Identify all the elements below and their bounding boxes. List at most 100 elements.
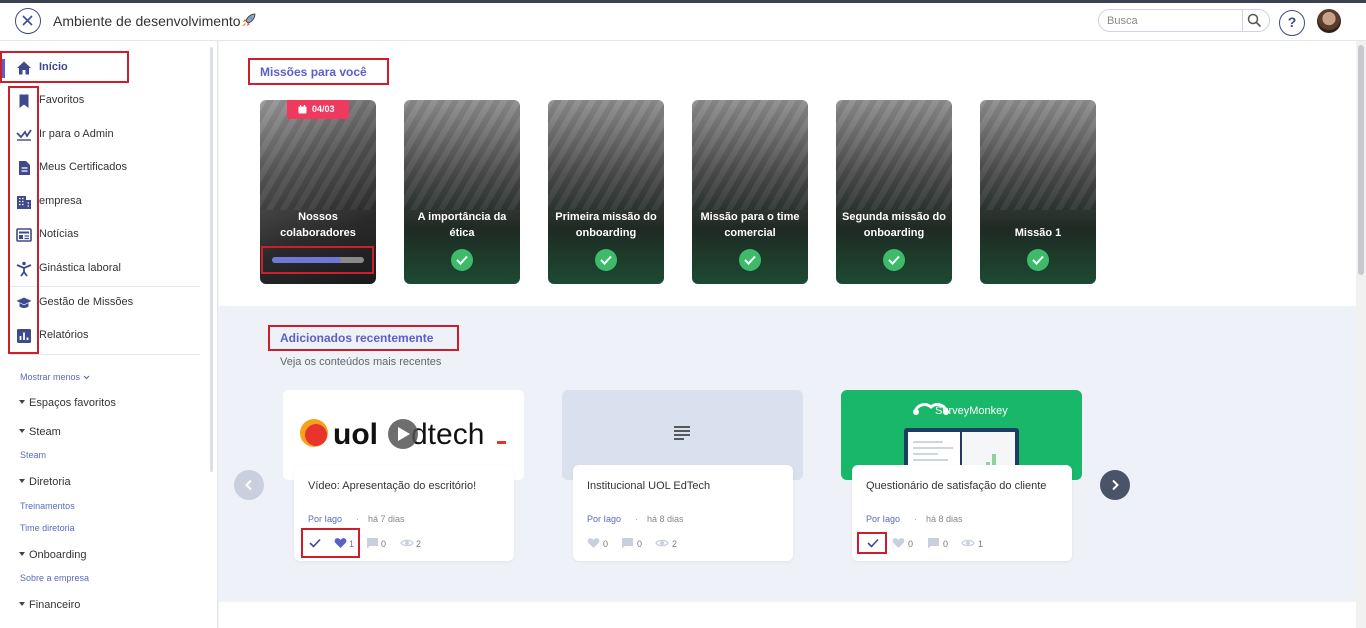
active-indicator xyxy=(2,59,5,78)
search-icon[interactable] xyxy=(1247,13,1262,28)
building-icon xyxy=(17,196,31,209)
completed-badge xyxy=(595,249,617,271)
caret-down-icon xyxy=(19,429,25,434)
sidebar-item-label: Ginástica laboral xyxy=(39,262,121,274)
app-title: Ambiente de desenvolvimento xyxy=(53,13,241,29)
carousel-prev-button[interactable] xyxy=(234,470,264,500)
sidebar-item-label: Favoritos xyxy=(39,94,85,106)
content-date: há 8 dias xyxy=(647,514,684,524)
sidebar-divider xyxy=(10,286,200,287)
carousel-next-button[interactable] xyxy=(1100,470,1130,500)
sidebar-item-relatorios[interactable]: Relatórios xyxy=(0,321,205,351)
search-input[interactable] xyxy=(1107,13,1237,28)
mission-card[interactable]: Missão 1 xyxy=(980,100,1096,284)
page-scrollbar[interactable] xyxy=(1356,41,1366,628)
sub-item-steam[interactable]: Steam xyxy=(20,450,46,460)
content-card[interactable]: SurveyMonkey Questionário de satisfação … xyxy=(841,390,1082,561)
avatar[interactable] xyxy=(1317,9,1341,33)
like-button[interactable]: 1 xyxy=(334,537,354,551)
next-section xyxy=(219,602,1356,628)
comment-icon xyxy=(622,538,633,549)
content-panel: Questionário de satisfação do cliente Po… xyxy=(852,465,1072,561)
rocket-icon xyxy=(242,13,256,27)
text-document-icon xyxy=(674,426,690,440)
views-stat: 2 xyxy=(655,537,681,551)
bookmark-icon xyxy=(19,94,29,108)
show-less-label: Mostrar menos xyxy=(20,372,81,382)
content-card[interactable]: uol dtech Vídeo: Apresentação do escritó… xyxy=(283,390,524,561)
sidebar-item-label: Gestão de Missões xyxy=(39,296,134,308)
sidebar-scrollbar[interactable] xyxy=(210,47,213,472)
sidebar-item-inicio[interactable]: Início xyxy=(0,53,205,83)
completed-badge xyxy=(1027,249,1049,271)
comments-stat[interactable]: 0 xyxy=(927,537,951,551)
separator: · xyxy=(635,514,638,524)
content-author[interactable]: Por Iago xyxy=(587,514,621,524)
top-header: Ambiente de desenvolvimento ? xyxy=(0,3,1366,41)
group-onboarding[interactable]: Onboarding xyxy=(19,549,87,561)
like-button[interactable]: 0 xyxy=(892,537,914,551)
help-button[interactable]: ? xyxy=(1279,10,1305,36)
content-date: há 8 dias xyxy=(926,514,963,524)
content-author[interactable]: Por Iago xyxy=(308,514,342,524)
show-less-toggle[interactable]: Mostrar menos xyxy=(20,372,90,382)
recent-title: Adicionados recentemente xyxy=(280,331,434,345)
views-stat: 1 xyxy=(961,537,987,551)
sub-item-sobre-empresa[interactable]: Sobre a empresa xyxy=(20,573,89,583)
chevron-down-icon xyxy=(83,375,89,380)
document-icon xyxy=(19,161,30,175)
sidebar-item-label: Meus Certificados xyxy=(39,161,128,173)
svg-text:uol: uol xyxy=(333,418,378,451)
sidebar-item-favoritos[interactable]: Favoritos xyxy=(0,86,205,116)
mission-card[interactable]: Segunda missão do onboarding xyxy=(836,100,952,284)
svg-text:dtech: dtech xyxy=(411,418,484,451)
search-box xyxy=(1098,9,1270,32)
page-scroll-thumb[interactable] xyxy=(1358,45,1364,275)
group-steam[interactable]: Steam xyxy=(19,426,61,438)
gym-icon xyxy=(16,261,32,277)
caret-down-icon xyxy=(19,479,25,484)
group-diretoria[interactable]: Diretoria xyxy=(19,476,71,488)
sub-item-time-diretoria[interactable]: Time diretoria xyxy=(20,523,75,533)
sidebar-item-gestao-missoes[interactable]: Gestão de Missões xyxy=(0,288,205,318)
mission-title: Segunda missão do onboarding xyxy=(842,211,946,239)
check-icon xyxy=(309,538,321,548)
comments-stat[interactable]: 0 xyxy=(366,537,390,551)
mission-title: Missão para o time comercial xyxy=(700,211,800,239)
date-badge-label: 04/03 xyxy=(312,104,335,114)
complete-toggle[interactable] xyxy=(308,537,322,551)
group-financeiro[interactable]: Financeiro xyxy=(19,599,80,611)
mission-card[interactable]: A importância da ética xyxy=(404,100,520,284)
content-author[interactable]: Por Iago xyxy=(866,514,900,524)
group-espacos-favoritos[interactable]: Espaços favoritos xyxy=(19,397,116,409)
sidebar-item-admin[interactable]: Ir para o Admin xyxy=(0,120,205,150)
content-title: Questionário de satisfação do cliente xyxy=(866,480,1047,492)
content-title: Vídeo: Apresentação do escritório! xyxy=(308,480,477,492)
sidebar-item-empresa[interactable]: empresa xyxy=(0,187,205,217)
comment-count: 0 xyxy=(943,539,949,549)
mission-card[interactable]: Missão para o time comercial xyxy=(692,100,808,284)
check-icon xyxy=(456,255,468,265)
sub-item-treinamentos[interactable]: Treinamentos xyxy=(20,501,75,511)
mission-card[interactable]: 04/03 Nossos colaboradores xyxy=(260,100,376,284)
view-count: 2 xyxy=(416,539,422,549)
content-panel: Institucional UOL EdTech Por Iago · há 8… xyxy=(573,465,793,561)
heart-icon xyxy=(334,538,347,548)
complete-toggle[interactable] xyxy=(866,537,880,551)
bar-chart-icon xyxy=(17,329,31,343)
missions-title: Missões para você xyxy=(260,65,367,79)
sidebar-item-certificados[interactable]: Meus Certificados xyxy=(0,153,205,183)
mission-progress-fill xyxy=(272,257,341,263)
sidebar-item-ginastica[interactable]: Ginástica laboral xyxy=(0,254,205,284)
mission-card[interactable]: Primeira missão do onboarding xyxy=(548,100,664,284)
sidebar-item-noticias[interactable]: Notícias xyxy=(0,220,205,250)
content-card[interactable]: Institucional UOL EdTech Por Iago · há 8… xyxy=(562,390,803,561)
news-icon xyxy=(16,228,32,242)
comments-stat[interactable]: 0 xyxy=(621,537,645,551)
completed-badge xyxy=(739,249,761,271)
mission-image xyxy=(980,100,1096,210)
sidebar-item-label: Relatórios xyxy=(39,329,89,341)
view-count: 1 xyxy=(978,539,984,549)
like-button[interactable]: 0 xyxy=(587,537,609,551)
close-button[interactable] xyxy=(15,8,41,34)
